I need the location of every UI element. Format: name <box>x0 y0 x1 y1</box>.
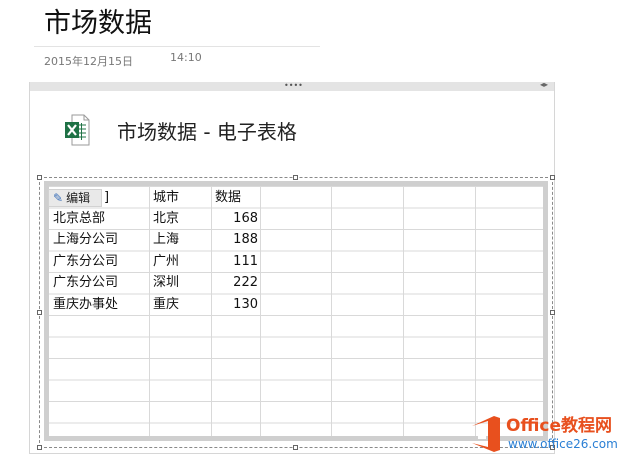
watermark-url: www.office26.com <box>508 437 618 451</box>
page-title[interactable]: 市场数据 <box>44 4 152 44</box>
edit-button-label: 编辑 <box>66 191 91 205</box>
spreadsheet-grid[interactable]: 城市 数据 北京总部 北京 168 上海分公司 上海 188 广东分公司 广州 … <box>49 186 543 436</box>
cell-dept[interactable]: 重庆办事处 <box>53 294 118 315</box>
page-time: 14:10 <box>170 51 202 64</box>
resize-handle-bottom-left[interactable] <box>37 445 42 450</box>
resize-handle-top-left[interactable] <box>37 175 42 180</box>
excel-file-icon[interactable] <box>64 114 90 146</box>
pencil-icon: ✎ <box>53 191 64 205</box>
resize-handle-right[interactable] <box>550 310 555 315</box>
header-data[interactable]: 数据 <box>215 187 241 208</box>
grip-icon[interactable]: •••• <box>284 81 303 91</box>
cell-dept[interactable]: 广东分公司 <box>53 272 118 293</box>
resize-handle-top[interactable] <box>293 175 298 180</box>
cell-value[interactable]: 222 <box>215 272 258 293</box>
cell-dept[interactable]: 北京总部 <box>53 208 105 229</box>
title-divider <box>34 46 320 47</box>
resize-handle-bottom[interactable] <box>293 445 298 450</box>
resize-handle-top-right[interactable] <box>550 175 555 180</box>
cell-value[interactable]: 188 <box>215 229 258 250</box>
resize-handle-left[interactable] <box>37 310 42 315</box>
column-divider <box>331 186 332 436</box>
column-divider <box>211 186 212 436</box>
embed-title[interactable]: 市场数据 - 电子表格 <box>117 119 297 145</box>
edit-button[interactable]: ✎ 编辑 <box>48 189 102 207</box>
cell-city[interactable]: 广州 <box>153 251 179 272</box>
cell-dept[interactable]: 广东分公司 <box>53 251 118 272</box>
cell-city[interactable]: 深圳 <box>153 272 179 293</box>
cell-city[interactable]: 北京 <box>153 208 179 229</box>
page-date: 2015年12月15日 <box>44 55 133 68</box>
cell-value[interactable]: 168 <box>215 208 258 229</box>
watermark-brand: Office教程网 <box>506 415 612 436</box>
expand-arrows-icon[interactable]: ◂▸ <box>540 80 548 90</box>
header-dept-tail: ] <box>104 190 110 205</box>
column-divider <box>475 186 476 436</box>
column-divider <box>403 186 404 436</box>
column-divider <box>260 186 261 436</box>
column-divider <box>149 186 150 436</box>
cell-dept[interactable]: 上海分公司 <box>53 229 118 250</box>
cell-value[interactable]: 111 <box>215 251 258 272</box>
cell-city[interactable]: 上海 <box>153 229 179 250</box>
office26-watermark: Office教程网 www.office26.com <box>472 415 618 452</box>
cell-city[interactable]: 重庆 <box>153 294 179 315</box>
header-city[interactable]: 城市 <box>153 187 179 208</box>
cell-value[interactable]: 130 <box>215 294 258 315</box>
spreadsheet-preview[interactable]: 城市 数据 北京总部 北京 168 上海分公司 上海 188 广东分公司 广州 … <box>44 181 548 441</box>
